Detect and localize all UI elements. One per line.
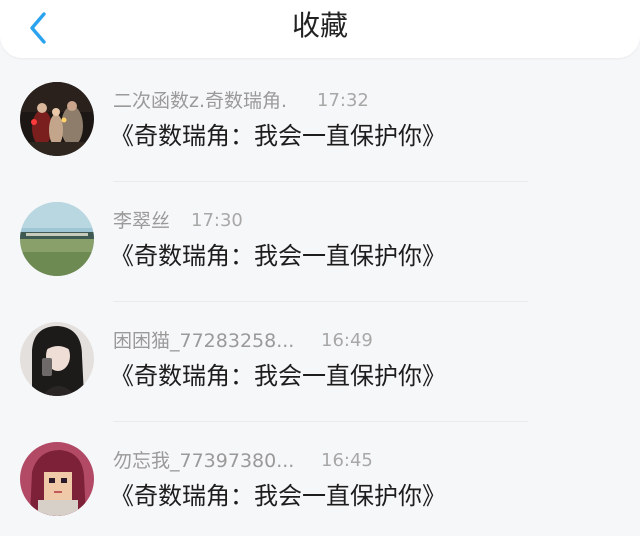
favorite-content[interactable]: 《奇数瑞角：我会一直保护你》 xyxy=(110,240,446,272)
pixel-girl-avatar xyxy=(20,442,94,516)
timestamp: 16:45 xyxy=(321,450,373,471)
avatar[interactable] xyxy=(20,82,94,156)
user-name[interactable]: 李翠丝 xyxy=(113,208,170,234)
favorite-item[interactable]: 二次函数z.奇数瑞角. 17:32 《奇数瑞角：我会一直保护你》 xyxy=(0,62,640,182)
favorite-content[interactable]: 《奇数瑞角：我会一直保护你》 xyxy=(110,480,446,512)
top-bar: 收藏 xyxy=(0,0,640,58)
favorites-list: 二次函数z.奇数瑞角. 17:32 《奇数瑞角：我会一直保护你》 李翠丝 17:… xyxy=(0,62,640,536)
avatar[interactable] xyxy=(20,322,94,396)
user-name[interactable]: 勿忘我_77397380... xyxy=(113,448,294,474)
page-title: 收藏 xyxy=(291,9,348,42)
avatar[interactable] xyxy=(20,202,94,276)
night-crowd-photo xyxy=(20,82,94,156)
timestamp: 17:32 xyxy=(317,90,369,111)
favorite-content[interactable]: 《奇数瑞角：我会一直保护你》 xyxy=(110,120,446,152)
timestamp: 17:30 xyxy=(191,210,243,231)
user-name[interactable]: 二次函数z.奇数瑞角. xyxy=(113,88,287,114)
user-name[interactable]: 困困猫_77283258... xyxy=(113,328,294,354)
avatar[interactable] xyxy=(20,442,94,516)
timestamp: 16:49 xyxy=(321,330,373,351)
favorite-content[interactable]: 《奇数瑞角：我会一直保护你》 xyxy=(110,360,446,392)
girl-selfie-photo xyxy=(20,322,94,396)
favorite-item[interactable]: 困困猫_77283258... 16:49 《奇数瑞角：我会一直保护你》 xyxy=(0,302,640,422)
grassland-sky-photo xyxy=(20,202,94,276)
favorite-item[interactable]: 李翠丝 17:30 《奇数瑞角：我会一直保护你》 xyxy=(0,182,640,302)
favorite-item[interactable]: 勿忘我_77397380... 16:45 《奇数瑞角：我会一直保护你》 xyxy=(0,422,640,536)
